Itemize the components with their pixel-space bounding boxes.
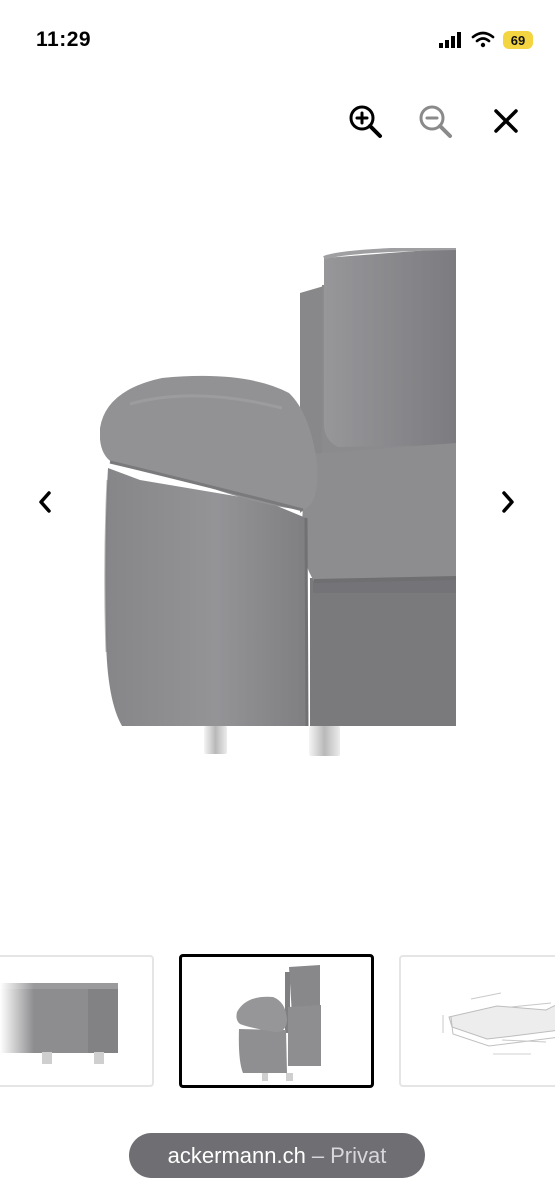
close-icon	[494, 109, 518, 133]
close-button[interactable]	[485, 100, 527, 142]
zoom-out-icon	[419, 105, 452, 138]
site-domain: ackermann.ch	[167, 1142, 306, 1168]
status-icons: 69	[439, 31, 533, 49]
wifi-icon	[471, 31, 495, 48]
battery-level: 69	[503, 31, 533, 49]
zoom-out-button[interactable]	[414, 100, 456, 142]
chevron-right-icon	[502, 491, 514, 513]
main-product-image	[99, 246, 457, 758]
thumbnail-2[interactable]	[179, 954, 374, 1088]
site-info-pill[interactable]: ackermann.ch – Privat	[129, 1133, 425, 1178]
chevron-left-icon	[39, 491, 51, 513]
previous-image-button[interactable]	[29, 485, 63, 519]
signal-icon	[439, 32, 461, 48]
thumbnail-1[interactable]	[0, 955, 154, 1087]
zoom-in-icon	[349, 105, 382, 138]
status-time: 11:29	[36, 28, 92, 51]
thumbnail-3[interactable]	[399, 955, 555, 1087]
next-image-button[interactable]	[490, 485, 524, 519]
zoom-in-button[interactable]	[344, 100, 386, 142]
browsing-mode: Privat	[330, 1142, 387, 1168]
status-bar: 11:29 69	[0, 0, 555, 80]
site-separator: –	[311, 1142, 325, 1168]
